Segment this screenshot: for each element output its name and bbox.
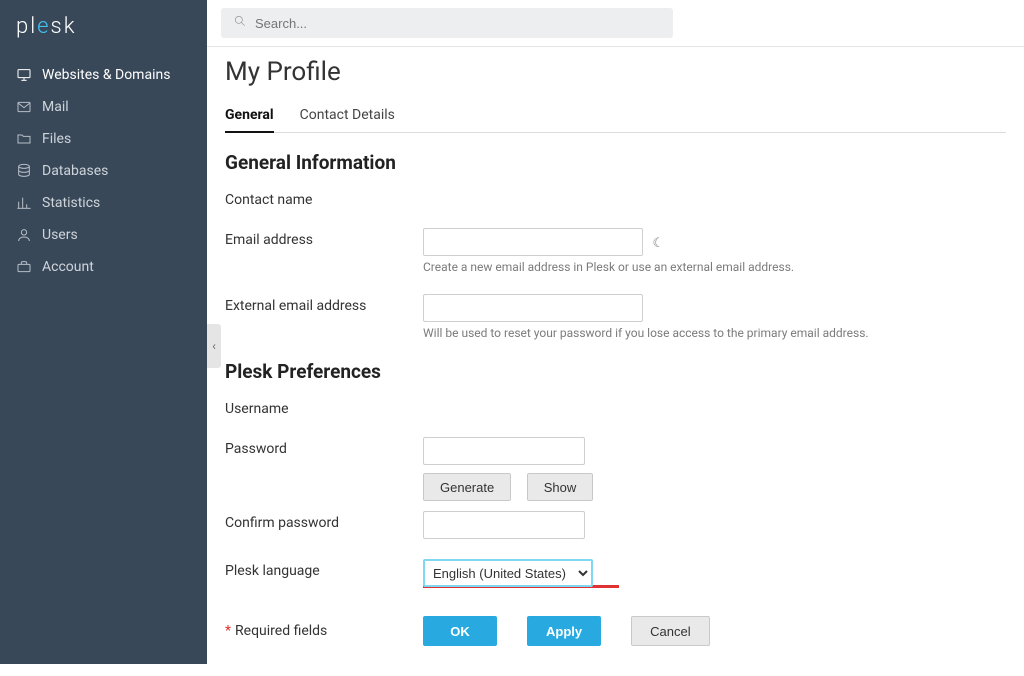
- label-username: Username: [225, 397, 423, 417]
- sidebar-item-label: Databases: [42, 163, 108, 179]
- label-external-email: External email address: [225, 294, 423, 314]
- sidebar: plesk Websites & Domains Mail Files Data…: [0, 0, 207, 664]
- chart-bar-icon: [16, 195, 32, 211]
- search-icon: [233, 14, 247, 32]
- label-password: Password: [225, 437, 423, 457]
- search-input[interactable]: [255, 16, 661, 31]
- apply-button[interactable]: Apply: [527, 616, 601, 646]
- brand-logo: plesk: [0, 14, 207, 59]
- label-contact-name: Contact name: [225, 188, 423, 208]
- main-area: ‹ My Profile General Contact Details Gen…: [207, 0, 1024, 664]
- language-select[interactable]: English (United States): [423, 559, 593, 587]
- mail-icon: [16, 99, 32, 115]
- sidebar-item-label: Files: [42, 131, 71, 147]
- monitor-icon: [16, 67, 32, 83]
- show-button[interactable]: Show: [527, 473, 594, 501]
- section-preferences: Plesk Preferences: [225, 360, 1006, 383]
- hint-email: Create a new email address in Plesk or u…: [423, 260, 1006, 274]
- moon-icon: ☾: [652, 236, 664, 251]
- sidebar-item-databases[interactable]: Databases: [0, 155, 207, 187]
- tab-general[interactable]: General: [225, 103, 274, 133]
- ok-button[interactable]: OK: [423, 616, 497, 646]
- label-language: Plesk language: [225, 559, 423, 579]
- search-bar[interactable]: [221, 8, 673, 38]
- tab-contact-details[interactable]: Contact Details: [300, 103, 395, 132]
- sidebar-item-label: Statistics: [42, 195, 100, 211]
- sidebar-item-label: Websites & Domains: [42, 67, 170, 83]
- sidebar-item-label: Account: [42, 259, 94, 275]
- sidebar-item-websites-domains[interactable]: Websites & Domains: [0, 59, 207, 91]
- password-field[interactable]: [423, 437, 585, 465]
- external-email-field[interactable]: [423, 294, 643, 322]
- email-field[interactable]: [423, 228, 643, 256]
- hint-external-email: Will be used to reset your password if y…: [423, 326, 1006, 340]
- user-icon: [16, 227, 32, 243]
- sidebar-item-files[interactable]: Files: [0, 123, 207, 155]
- confirm-password-field[interactable]: [423, 511, 585, 539]
- sidebar-item-mail[interactable]: Mail: [0, 91, 207, 123]
- label-email: Email address: [225, 228, 423, 248]
- briefcase-icon: [16, 259, 32, 275]
- sidebar-item-users[interactable]: Users: [0, 219, 207, 251]
- section-general-info: General Information: [225, 151, 1006, 174]
- sidebar-item-statistics[interactable]: Statistics: [0, 187, 207, 219]
- sidebar-collapse-handle[interactable]: ‹: [207, 324, 221, 368]
- sidebar-item-label: Mail: [42, 99, 69, 115]
- tabs: General Contact Details: [225, 103, 1006, 133]
- cancel-button[interactable]: Cancel: [631, 616, 709, 646]
- sidebar-item-account[interactable]: Account: [0, 251, 207, 283]
- required-fields-note: *Required fields: [225, 623, 327, 639]
- folder-icon: [16, 131, 32, 147]
- label-confirm-password: Confirm password: [225, 511, 423, 531]
- page-title: My Profile: [225, 57, 1006, 87]
- sidebar-item-label: Users: [42, 227, 78, 243]
- database-icon: [16, 163, 32, 179]
- generate-button[interactable]: Generate: [423, 473, 511, 501]
